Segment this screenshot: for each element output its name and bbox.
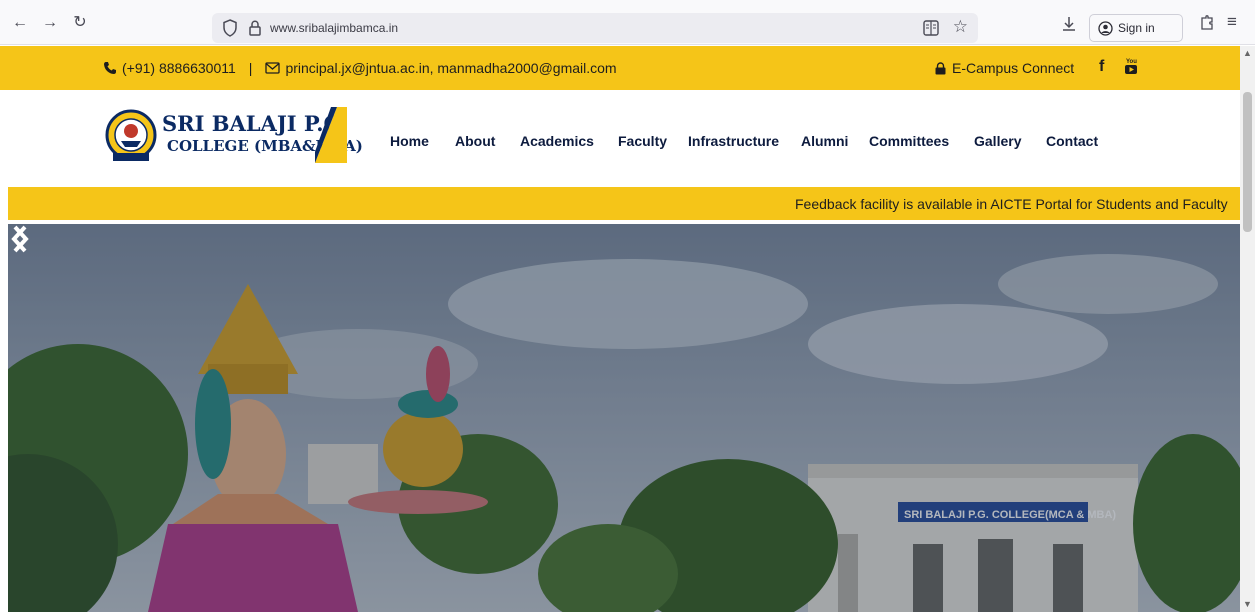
facebook-icon[interactable]: f bbox=[1099, 58, 1104, 76]
logo-flag-icon bbox=[315, 107, 347, 163]
reload-icon[interactable]: ↻ bbox=[70, 13, 90, 33]
menu-icon[interactable]: ≡ bbox=[1227, 12, 1237, 32]
hero-overlay bbox=[8, 224, 1240, 612]
contact-topbar: (+91) 8886630011 | principal.jx@jntua.ac… bbox=[0, 46, 1240, 90]
web-page: (+91) 8886630011 | principal.jx@jntua.ac… bbox=[0, 46, 1240, 612]
youtube-icon[interactable]: You bbox=[1124, 57, 1138, 77]
college-emblem-icon bbox=[105, 109, 157, 161]
address-bar[interactable]: www.sribalajimbamca.in ☆ bbox=[212, 13, 978, 43]
scroll-thumb[interactable] bbox=[1243, 92, 1252, 232]
nav-infrastructure[interactable]: Infrastructure bbox=[688, 133, 779, 149]
announcement-ticker: Feedback facility is available in AICTE … bbox=[8, 187, 1240, 220]
scroll-down-arrow-icon[interactable]: ▼ bbox=[1242, 599, 1253, 610]
url-text[interactable]: www.sribalajimbamca.in bbox=[270, 21, 398, 35]
sign-in-label: Sign in bbox=[1118, 21, 1155, 35]
phone-number[interactable]: (+91) 8886630011 bbox=[122, 60, 236, 76]
back-icon[interactable]: ← bbox=[10, 13, 30, 33]
phone-icon bbox=[104, 62, 116, 74]
forward-icon[interactable]: → bbox=[40, 13, 60, 33]
nav-contact[interactable]: Contact bbox=[1046, 133, 1098, 149]
email-addresses[interactable]: principal.jx@jntua.ac.in, manmadha2000@g… bbox=[285, 60, 616, 76]
lock-icon bbox=[935, 61, 946, 74]
lock-icon[interactable] bbox=[248, 19, 262, 37]
nav-home[interactable]: Home bbox=[390, 133, 429, 149]
bookmark-star-icon[interactable]: ☆ bbox=[953, 17, 968, 37]
reader-view-icon[interactable] bbox=[922, 19, 940, 37]
nav-faculty[interactable]: Faculty bbox=[618, 133, 667, 149]
ecampus-label[interactable]: E-Campus Connect bbox=[952, 60, 1074, 76]
college-logo[interactable]: SRI BALAJI P.G COLLEGE (MBA&MCA) bbox=[103, 107, 363, 165]
chevron-right-icon[interactable] bbox=[8, 224, 32, 254]
nav-alumni[interactable]: Alumni bbox=[801, 133, 848, 149]
ecampus-link[interactable]: E-Campus Connect bbox=[935, 60, 1074, 76]
nav-committees[interactable]: Committees bbox=[869, 133, 949, 149]
contact-separator: | bbox=[248, 60, 253, 76]
site-header: SRI BALAJI P.G COLLEGE (MBA&MCA) Home Ab… bbox=[0, 90, 1240, 186]
extensions-icon[interactable] bbox=[1199, 14, 1215, 32]
nav-academics[interactable]: Academics bbox=[520, 133, 594, 149]
scroll-up-arrow-icon[interactable]: ▲ bbox=[1242, 48, 1253, 59]
nav-gallery[interactable]: Gallery bbox=[974, 133, 1021, 149]
mail-icon bbox=[265, 62, 281, 74]
browser-toolbar: ← → ↻ www.sribalajimbamca.in ☆ Sign in ≡ bbox=[0, 0, 1255, 45]
contact-info: (+91) 8886630011 | principal.jx@jntua.ac… bbox=[103, 60, 617, 76]
account-icon bbox=[1098, 21, 1113, 36]
shield-icon[interactable] bbox=[222, 19, 238, 37]
page-scrollbar[interactable]: ▲ ▼ bbox=[1240, 46, 1255, 612]
hero-carousel: SRI BALAJI P.G. COLLEGE(MCA & MBA) bbox=[8, 224, 1240, 612]
ticker-text[interactable]: Feedback facility is available in AICTE … bbox=[795, 196, 1228, 212]
download-icon[interactable] bbox=[1061, 15, 1077, 33]
sign-in-button[interactable]: Sign in bbox=[1089, 14, 1183, 42]
svg-text:You: You bbox=[1126, 59, 1137, 65]
nav-about[interactable]: About bbox=[455, 133, 495, 149]
